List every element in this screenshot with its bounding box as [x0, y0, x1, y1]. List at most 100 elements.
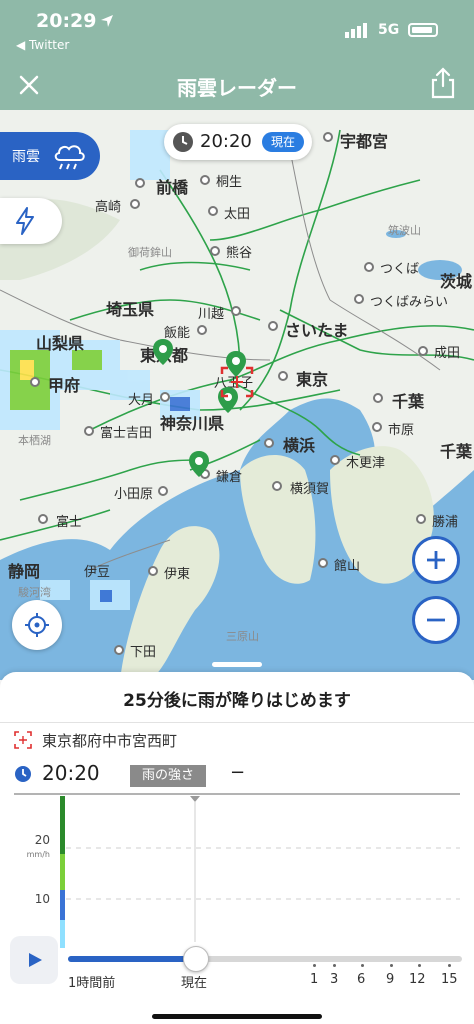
tick-label: 12 — [409, 972, 426, 987]
signal-icon — [345, 23, 367, 38]
place-dot — [208, 206, 218, 216]
map-label-kofu: 甲府 — [48, 376, 81, 395]
forecast-sheet[interactable]: 25分後に雨が降りはじめます 東京都府中市宮西町 20:20 雨の強さ − 20… — [0, 662, 474, 1024]
map-label-shizuoka: 静岡 — [8, 562, 41, 581]
address-text: 東京都府中市宮西町 — [42, 732, 178, 750]
page-title: 雨雲レーダー — [177, 76, 297, 100]
tick-label: 3 — [330, 972, 339, 987]
crosshair-icon — [25, 613, 49, 637]
map-label-saitama: さいたま — [285, 321, 349, 340]
tick-dot — [361, 964, 364, 967]
map-pin-icon[interactable] — [152, 338, 174, 366]
map-pin-icon[interactable] — [188, 450, 210, 478]
map-label-narita: 成田 — [434, 346, 461, 361]
place-dot — [264, 438, 274, 448]
tick-label: 現在 — [181, 976, 208, 991]
locate-me-button[interactable] — [12, 600, 62, 650]
place-dot — [30, 377, 40, 387]
now-badge: 現在 — [262, 132, 304, 152]
place-dot — [354, 294, 364, 304]
app-header: 雨雲レーダー — [0, 62, 474, 110]
sheet-grabber[interactable] — [212, 662, 262, 667]
tick-dot — [333, 964, 336, 967]
place-dot — [272, 481, 282, 491]
map-label-ibaraki: 茨城 — [440, 272, 473, 291]
legend-band-2 — [60, 854, 65, 890]
tick-dot — [313, 964, 316, 967]
map-label-takasaki: 高崎 — [95, 200, 122, 215]
tick-label: 1 — [310, 972, 319, 987]
timeline-knob[interactable] — [183, 946, 210, 972]
location-arrow-icon — [101, 15, 113, 27]
map-label-ito: 伊東 — [164, 567, 191, 582]
map-label-izu: 伊豆 — [84, 565, 111, 580]
map-label-tateyama: 館山 — [334, 559, 361, 574]
y-tick-20: 20 — [35, 833, 50, 847]
minus-icon — [427, 618, 445, 622]
map-label-katsuura: 勝浦 — [432, 515, 459, 530]
map-label-miharayama: 三原山 — [226, 630, 259, 643]
forecast-text: 25分後に雨が降りはじめます — [123, 691, 351, 711]
timeline-progress — [68, 956, 197, 962]
map-label-suruga: 駿河湾 — [18, 586, 51, 599]
rain-cloud-icon — [54, 145, 85, 170]
map-label-ota: 太田 — [224, 207, 251, 222]
map-label-fuji: 富士 — [56, 515, 83, 530]
map-time: 20:20 — [200, 131, 252, 152]
map-label-chiba-pref: 千葉 — [440, 442, 473, 461]
radar-map[interactable]: 宇都宮 前橋 桐生 高崎 太田 御荷鉾山 熊谷 筑波山 つくば 茨城 つくばみら… — [0, 110, 474, 680]
y-unit: mm/h — [27, 850, 50, 859]
divider — [0, 722, 474, 723]
map-label-tokyo: 東京 — [296, 370, 329, 389]
zoom-in-button[interactable] — [412, 536, 460, 584]
map-label-odawara: 小田原 — [114, 487, 154, 502]
intensity-value: − — [230, 762, 246, 783]
map-label-otsuki: 大月 — [128, 393, 155, 408]
place-dot — [158, 486, 168, 496]
map-label-kumagaya: 熊谷 — [226, 246, 253, 261]
map-label-tsukuba-san: 筑波山 — [388, 224, 421, 237]
map-label-kawagoe: 川越 — [198, 307, 225, 322]
lightning-icon — [16, 207, 34, 235]
play-icon — [29, 953, 42, 967]
place-dot — [330, 455, 340, 465]
current-location-marker-icon — [220, 366, 254, 398]
tick-label: 15 — [441, 972, 458, 987]
time-pill[interactable]: 20:20 現在 — [164, 124, 312, 160]
map-label-fujiyoshida: 富士吉田 — [100, 426, 153, 441]
place-dot — [148, 566, 158, 576]
back-to-app-link[interactable]: ◀ Twitter — [16, 38, 69, 52]
tick-label: 9 — [386, 972, 395, 987]
place-dot — [364, 262, 374, 272]
play-button[interactable] — [10, 936, 58, 984]
map-label-tsukuba: つくば — [380, 262, 420, 277]
timeline-slider[interactable] — [68, 956, 462, 962]
place-dot — [323, 132, 333, 142]
place-dot — [210, 246, 220, 256]
map-label-ichihara: 市原 — [388, 423, 415, 438]
map-label-yokohama: 横浜 — [283, 436, 316, 455]
map-label-motosu: 本栖湖 — [18, 434, 51, 447]
place-dot — [231, 306, 241, 316]
map-label-shimoda: 下田 — [130, 645, 157, 660]
rain-cloud-label: 雨雲 — [12, 149, 40, 165]
tick-dot — [448, 964, 451, 967]
rain-cloud-toggle[interactable]: 雨雲 — [0, 132, 100, 180]
place-dot — [84, 426, 94, 436]
chart-background — [0, 792, 474, 962]
place-dot — [38, 514, 48, 524]
zoom-out-button[interactable] — [412, 596, 460, 644]
share-icon[interactable] — [428, 66, 458, 100]
map-label-utsunomiya: 宇都宮 — [340, 132, 389, 151]
map-label-tsukubamirai: つくばみらい — [370, 295, 449, 310]
map-label-mikuni: 御荷鉾山 — [128, 246, 172, 259]
location-target-icon — [14, 731, 32, 749]
legend-band-4 — [60, 920, 65, 948]
place-dot — [268, 321, 278, 331]
status-bar: 20:29 ◀ Twitter 5G — [0, 0, 474, 62]
network-type: 5G — [378, 22, 400, 38]
thunder-toggle[interactable] — [0, 198, 62, 244]
intensity-label: 雨の強さ — [130, 765, 206, 787]
map-label-saitama-pref: 埼玉県 — [106, 300, 155, 319]
place-dot — [135, 178, 145, 188]
